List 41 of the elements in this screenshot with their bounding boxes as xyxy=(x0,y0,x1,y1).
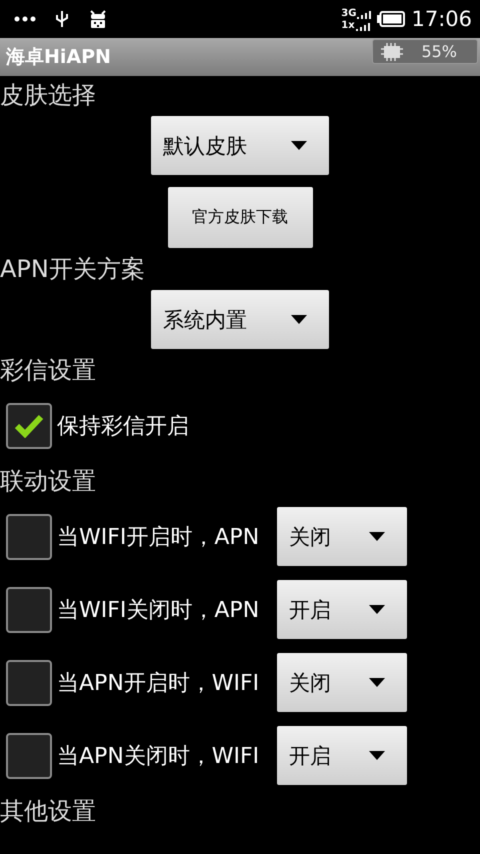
more-icon xyxy=(14,16,36,22)
dropdown[interactable]: 开启 xyxy=(277,726,407,785)
chip-icon xyxy=(381,42,404,60)
app-title: 海卓HiAPN xyxy=(6,45,111,70)
checkbox[interactable] xyxy=(6,586,52,632)
caret-icon xyxy=(369,751,385,760)
checkbox[interactable] xyxy=(6,732,52,778)
robot-icon xyxy=(88,9,108,29)
checkbox-label: 当APN开启时，WIFI xyxy=(57,670,260,698)
dropdown[interactable]: 关闭 xyxy=(277,653,407,712)
caret-icon xyxy=(291,141,307,150)
checkbox-label: 当WIFI关闭时，APN xyxy=(57,596,260,624)
cpu-reading: 55% xyxy=(421,42,457,61)
checkbox-label: 当APN关闭时，WIFI xyxy=(57,742,260,770)
dropdown[interactable]: 默认皮肤 xyxy=(151,116,329,175)
section-heading: 其他设置 xyxy=(0,796,97,827)
section-heading: APN开关方案 xyxy=(0,254,146,285)
checkmark-icon xyxy=(14,414,44,438)
section-heading: 彩信设置 xyxy=(0,355,97,386)
dropdown[interactable]: 开启 xyxy=(277,580,407,639)
clock: 17:06 xyxy=(411,7,472,31)
checkbox[interactable] xyxy=(6,660,52,706)
section-heading: 皮肤选择 xyxy=(0,80,97,111)
signal-icon xyxy=(357,10,372,18)
section-heading: 联动设置 xyxy=(0,466,97,497)
battery-icon xyxy=(377,11,406,27)
checkbox[interactable] xyxy=(6,514,52,560)
checkbox-label: 保持彩信开启 xyxy=(57,412,189,440)
caret-icon xyxy=(369,678,385,687)
checkbox-label: 当WIFI开启时，APN xyxy=(57,524,260,552)
network-type: 1x xyxy=(341,20,355,30)
checkbox[interactable] xyxy=(6,402,52,448)
dropdown[interactable]: 系统内置 xyxy=(151,290,329,349)
dropdown[interactable]: 关闭 xyxy=(277,507,407,566)
usb-icon xyxy=(56,10,68,28)
network-type: 3G xyxy=(341,8,356,18)
caret-icon xyxy=(369,532,385,541)
caret-icon xyxy=(369,605,385,614)
caret-icon xyxy=(291,315,307,324)
download-button[interactable]: 官方皮肤下载 xyxy=(168,187,312,248)
signal-icon xyxy=(356,22,370,30)
